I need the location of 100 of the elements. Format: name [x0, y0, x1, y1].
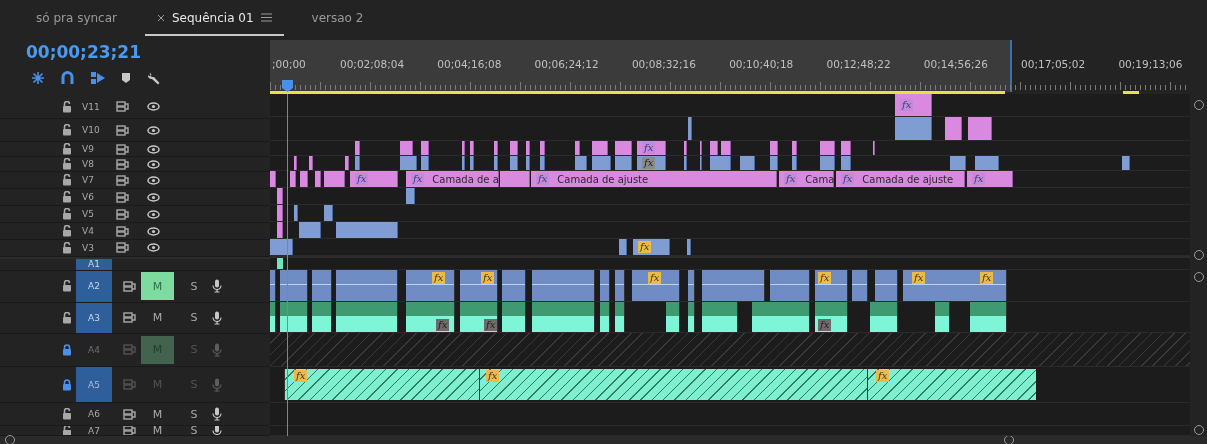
solo-button[interactable]: S: [182, 311, 206, 325]
video-clip[interactable]: [494, 156, 498, 170]
track-name[interactable]: V4: [72, 226, 116, 237]
wrench-icon[interactable]: [147, 71, 161, 85]
unlocked-lock-icon[interactable]: [62, 191, 72, 204]
audio-clip[interactable]: [406, 270, 455, 301]
sequence-tab[interactable]: Sequência 01: [145, 2, 284, 36]
video-clip[interactable]: [324, 171, 345, 187]
track-output-icon[interactable]: [116, 191, 129, 203]
audio-clip[interactable]: [312, 270, 332, 301]
nest-icon[interactable]: [31, 71, 45, 85]
track-target-button[interactable]: A7: [76, 426, 112, 436]
lock-icon[interactable]: [62, 378, 72, 391]
video-clip[interactable]: [510, 156, 518, 170]
video-clip[interactable]: fx: [633, 239, 670, 255]
playhead-handle[interactable]: [282, 80, 293, 92]
audio-clip[interactable]: [666, 302, 680, 332]
audio-clip[interactable]: [770, 270, 810, 301]
video-clip[interactable]: [494, 141, 498, 155]
track-output-icon[interactable]: [116, 242, 129, 254]
track-output-icon[interactable]: [116, 174, 129, 186]
video-clip[interactable]: [355, 141, 360, 155]
microphone-icon[interactable]: [212, 310, 222, 325]
audio-clip[interactable]: [688, 270, 695, 301]
video-clip[interactable]: fx: [637, 156, 666, 170]
audio-clip[interactable]: [875, 270, 898, 301]
video-clip[interactable]: [950, 156, 966, 170]
linked-selection-icon[interactable]: [90, 71, 105, 85]
audio-clip[interactable]: [903, 270, 1007, 301]
video-clip[interactable]: [510, 141, 518, 155]
track-output-icon[interactable]: [116, 158, 129, 170]
video-clip[interactable]: [299, 222, 321, 238]
track-name[interactable]: V10: [72, 125, 116, 136]
video-clip[interactable]: fx Camada de ajuste: [836, 171, 965, 187]
menu-icon[interactable]: [260, 13, 272, 22]
eye-icon[interactable]: [147, 159, 160, 169]
video-clip[interactable]: [500, 171, 530, 187]
mute-button[interactable]: M: [141, 403, 174, 426]
video-clip[interactable]: [470, 141, 474, 155]
lock-icon[interactable]: [62, 343, 72, 356]
video-clip[interactable]: [684, 141, 687, 155]
audio-clip[interactable]: [502, 270, 526, 301]
eye-icon[interactable]: [147, 144, 160, 154]
audio-clip[interactable]: [600, 302, 610, 332]
audio-clip[interactable]: [532, 270, 595, 301]
video-clip[interactable]: fx Cama: [779, 171, 834, 187]
video-clip[interactable]: [684, 156, 687, 170]
audio-clip[interactable]: [702, 302, 738, 332]
track-name[interactable]: V11: [72, 101, 116, 112]
unlocked-lock-icon[interactable]: [62, 280, 72, 293]
video-clip[interactable]: [355, 156, 360, 170]
video-clip[interactable]: [740, 156, 755, 170]
video-clip[interactable]: [421, 141, 429, 155]
video-clip[interactable]: fx: [967, 171, 1013, 187]
eye-icon[interactable]: [147, 243, 160, 253]
video-clip[interactable]: [277, 205, 283, 221]
video-clip[interactable]: [619, 239, 627, 255]
video-clip[interactable]: [688, 117, 692, 140]
video-clip[interactable]: fx: [350, 171, 398, 187]
audio-clip[interactable]: [270, 302, 276, 332]
unlocked-lock-icon[interactable]: [62, 158, 72, 171]
audio-clip[interactable]: [688, 302, 695, 332]
video-clip[interactable]: [270, 171, 276, 187]
video-clip[interactable]: [710, 141, 718, 155]
unlocked-lock-icon[interactable]: [62, 100, 72, 113]
track-output-icon[interactable]: [123, 408, 136, 420]
track-output-icon[interactable]: [116, 101, 129, 113]
marker-icon[interactable]: [121, 72, 131, 84]
audio-clip[interactable]: [479, 369, 868, 400]
video-clip[interactable]: [792, 156, 797, 170]
audio-clip[interactable]: [460, 270, 498, 301]
eye-icon[interactable]: [147, 125, 160, 135]
track-target-button[interactable]: A4: [76, 333, 112, 367]
unlocked-lock-icon[interactable]: [62, 208, 72, 221]
video-clip[interactable]: [968, 117, 992, 140]
magnet-icon[interactable]: [61, 71, 74, 85]
track-output-icon[interactable]: [123, 379, 136, 391]
video-clip[interactable]: fx Camada de a: [406, 171, 499, 187]
eye-icon[interactable]: [147, 102, 160, 112]
audio-clip[interactable]: [312, 302, 332, 332]
audio-clip[interactable]: [815, 270, 848, 301]
audio-clip[interactable]: [852, 270, 868, 301]
video-clip[interactable]: [406, 188, 415, 204]
track-target-button[interactable]: A5: [76, 367, 112, 403]
video-clip[interactable]: [975, 156, 999, 170]
video-clip[interactable]: [400, 156, 417, 170]
video-clip[interactable]: [841, 156, 851, 170]
audio-clip[interactable]: [280, 270, 308, 301]
track-output-icon[interactable]: [116, 225, 129, 237]
video-clip[interactable]: [575, 156, 587, 170]
video-clip[interactable]: [324, 205, 333, 221]
video-clip[interactable]: [820, 156, 835, 170]
mute-button[interactable]: M: [141, 272, 174, 301]
microphone-icon[interactable]: [212, 407, 222, 422]
video-clip[interactable]: [615, 156, 632, 170]
audio-clip[interactable]: [970, 302, 1007, 332]
video-clip[interactable]: [294, 205, 298, 221]
video-clip[interactable]: [770, 141, 778, 155]
track-output-icon[interactable]: [116, 208, 129, 220]
video-clip[interactable]: [270, 239, 293, 255]
